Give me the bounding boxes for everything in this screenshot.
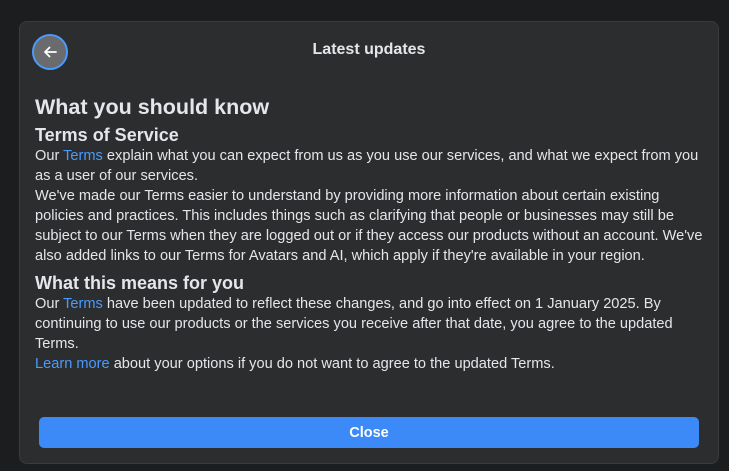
dialog-content: What you should know Terms of Service Ou… bbox=[35, 92, 705, 374]
terms-intro-text-start: Our bbox=[35, 148, 64, 164]
terms-changes-paragraph: We've made our Terms easier to understan… bbox=[35, 188, 703, 264]
dialog-header: Latest updates bbox=[20, 22, 718, 82]
terms-intro-text-end: explain what you can expect from us as y… bbox=[35, 148, 699, 184]
dialog-title: Latest updates bbox=[312, 41, 426, 58]
learn-more-text: about your options if you do not want to… bbox=[109, 356, 555, 372]
learn-more-link[interactable]: Learn more bbox=[35, 356, 110, 372]
section-title-terms-of-service: Terms of Service bbox=[35, 125, 179, 145]
terms-intro-paragraph: Our Terms explain what you can expect fr… bbox=[35, 146, 705, 186]
effect-paragraph: Our Terms have been updated to reflect t… bbox=[35, 294, 705, 354]
section-title-what-this-means: What this means for you bbox=[35, 273, 245, 293]
effect-text-end: have been updated to reflect these chang… bbox=[35, 296, 673, 352]
learn-more-paragraph: Learn more about your options if you do … bbox=[35, 354, 705, 374]
latest-updates-dialog: Latest updates What you should know Term… bbox=[19, 21, 719, 464]
effect-text-start: Our bbox=[35, 296, 64, 312]
close-button[interactable]: Close bbox=[39, 417, 699, 448]
page-heading: What you should know bbox=[35, 95, 270, 119]
terms-link-2[interactable]: Terms bbox=[63, 296, 103, 312]
terms-link[interactable]: Terms bbox=[63, 148, 103, 164]
